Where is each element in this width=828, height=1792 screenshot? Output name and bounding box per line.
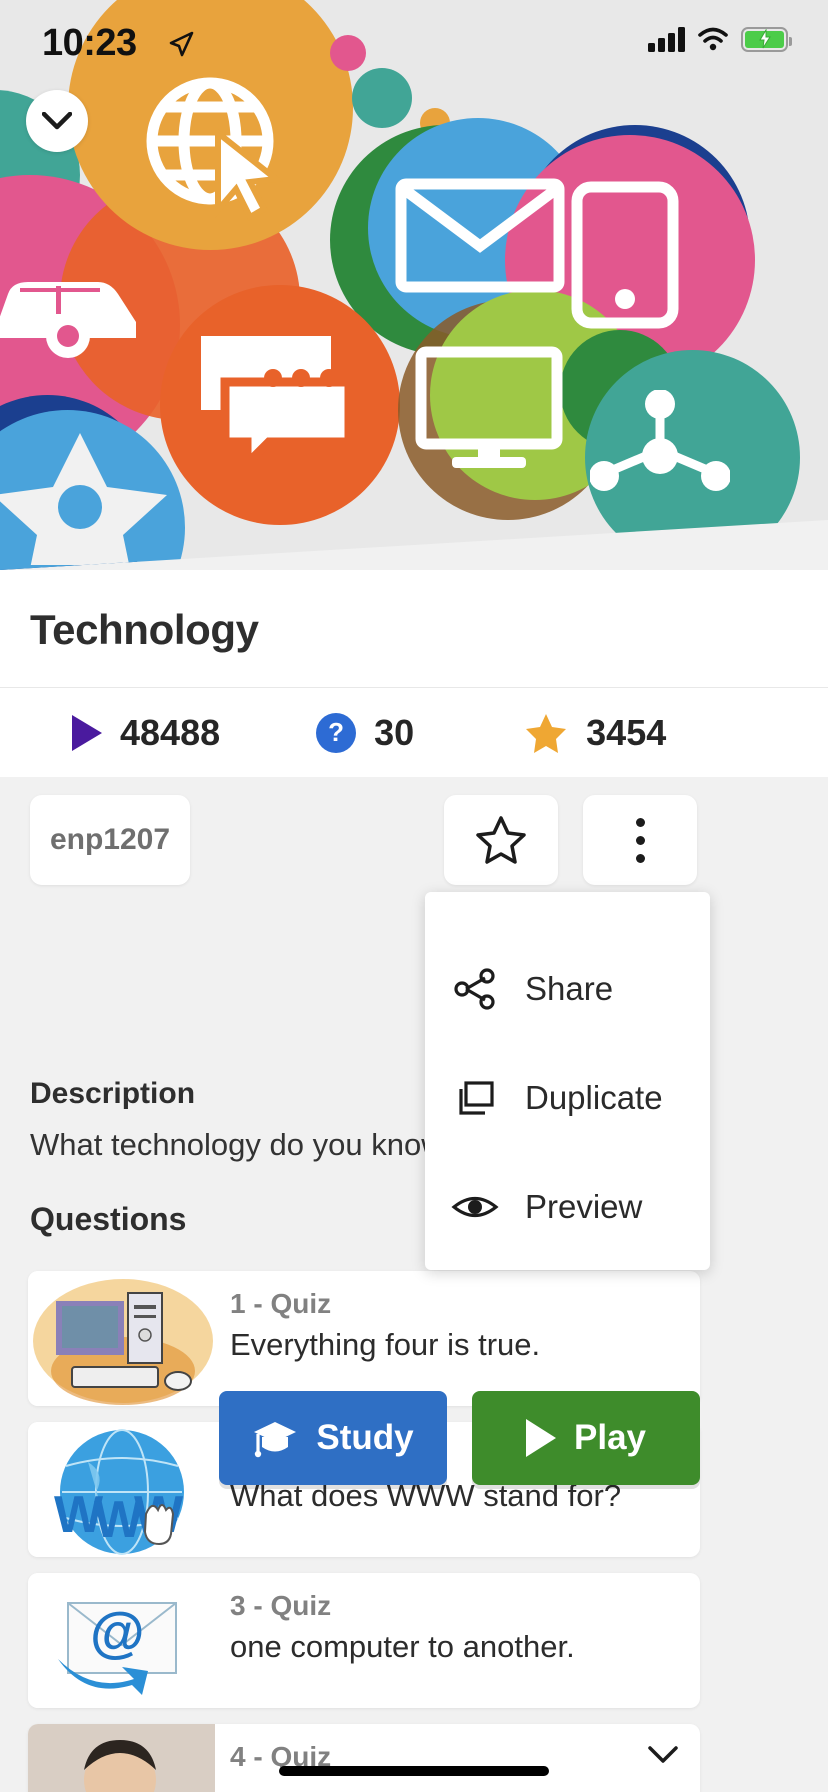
smartphone-icon xyxy=(571,181,679,329)
favorite-button[interactable] xyxy=(444,795,558,885)
three-dot-menu-icon xyxy=(635,817,645,863)
more-options-button[interactable] xyxy=(583,795,697,885)
question-number: 1 - Quiz xyxy=(230,1288,332,1319)
question-mark-circle-icon: ? xyxy=(316,712,357,753)
question-card[interactable]: @ 3 - Quiz one computer to another. xyxy=(28,1573,700,1708)
chevron-down-icon xyxy=(42,112,72,130)
home-indicator xyxy=(279,1766,549,1776)
car-icon xyxy=(0,282,136,358)
deck-body: enp1207 Share Duplicate Preview Descript… xyxy=(0,777,828,1792)
menu-item-share-label: Share xyxy=(525,970,614,1007)
menu-item-duplicate[interactable]: Duplicate xyxy=(425,1044,710,1152)
questions-label: Questions xyxy=(30,1201,187,1237)
question-text: Everything four is true. xyxy=(230,1327,541,1362)
play-button-label: Play xyxy=(574,1418,646,1457)
menu-item-duplicate-label: Duplicate xyxy=(525,1079,663,1116)
stat-plays: 48488 xyxy=(72,712,220,754)
author-chip[interactable]: enp1207 xyxy=(30,795,190,885)
decorative-blob xyxy=(352,68,412,128)
menu-item-preview-label: Preview xyxy=(525,1188,643,1225)
chevron-down-icon[interactable] xyxy=(648,1746,678,1764)
author-name: enp1207 xyxy=(49,823,171,856)
question-card[interactable]: 1 - Quiz Everything four is true. xyxy=(28,1271,700,1406)
deck-title-band: Technology xyxy=(0,570,828,687)
back-chevron-button[interactable] xyxy=(26,90,88,152)
study-button[interactable]: Study xyxy=(219,1391,447,1485)
play-button[interactable]: Play xyxy=(472,1391,700,1485)
deck-cover-image xyxy=(0,0,828,570)
decorative-blob xyxy=(330,35,366,71)
eye-preview-icon xyxy=(425,1190,525,1224)
envelope-icon xyxy=(395,178,565,293)
question-card[interactable]: 4 - Quiz xyxy=(28,1724,700,1792)
description-label: Description xyxy=(30,1077,196,1110)
question-thumbnail: W W W xyxy=(28,1422,215,1557)
stat-stars: 3454 xyxy=(524,712,666,754)
share-nodes-icon xyxy=(425,967,525,1011)
svg-text:@: @ xyxy=(90,1600,145,1663)
more-options-menu: Share Duplicate Preview xyxy=(425,892,710,1270)
monitor-icon xyxy=(415,346,563,468)
question-thumbnail: @ xyxy=(28,1573,215,1708)
stat-questions: ? 30 xyxy=(316,712,414,754)
deck-stats-row: 48488 ? 30 3454 xyxy=(0,687,828,777)
play-triangle-icon xyxy=(72,714,102,751)
menu-item-share[interactable]: Share xyxy=(425,935,710,1043)
question-thumbnail xyxy=(28,1271,215,1406)
app-screen: 10:23 Technology 48488 ? 30 3454 enp1207… xyxy=(0,0,828,1792)
stat-stars-value: 3454 xyxy=(586,711,667,753)
star-filled-icon xyxy=(526,713,567,753)
globe-cursor-icon xyxy=(146,77,284,222)
menu-item-preview[interactable]: Preview xyxy=(425,1153,710,1261)
stat-plays-value: 48488 xyxy=(120,711,221,753)
star-outline-icon xyxy=(476,816,526,864)
chat-bubbles-icon xyxy=(201,336,354,460)
stat-questions-value: 30 xyxy=(374,711,415,753)
network-nodes-icon xyxy=(590,390,730,491)
question-number: 3 - Quiz xyxy=(230,1590,332,1621)
question-thumbnail xyxy=(28,1724,215,1792)
star-badge-icon xyxy=(0,433,167,565)
question-text: one computer to another. xyxy=(230,1629,575,1664)
study-button-label: Study xyxy=(316,1418,414,1457)
graduation-cap-icon xyxy=(254,1422,297,1458)
play-triangle-icon xyxy=(526,1419,556,1457)
copy-duplicate-icon xyxy=(425,1076,525,1120)
page-title: Technology xyxy=(30,606,259,653)
